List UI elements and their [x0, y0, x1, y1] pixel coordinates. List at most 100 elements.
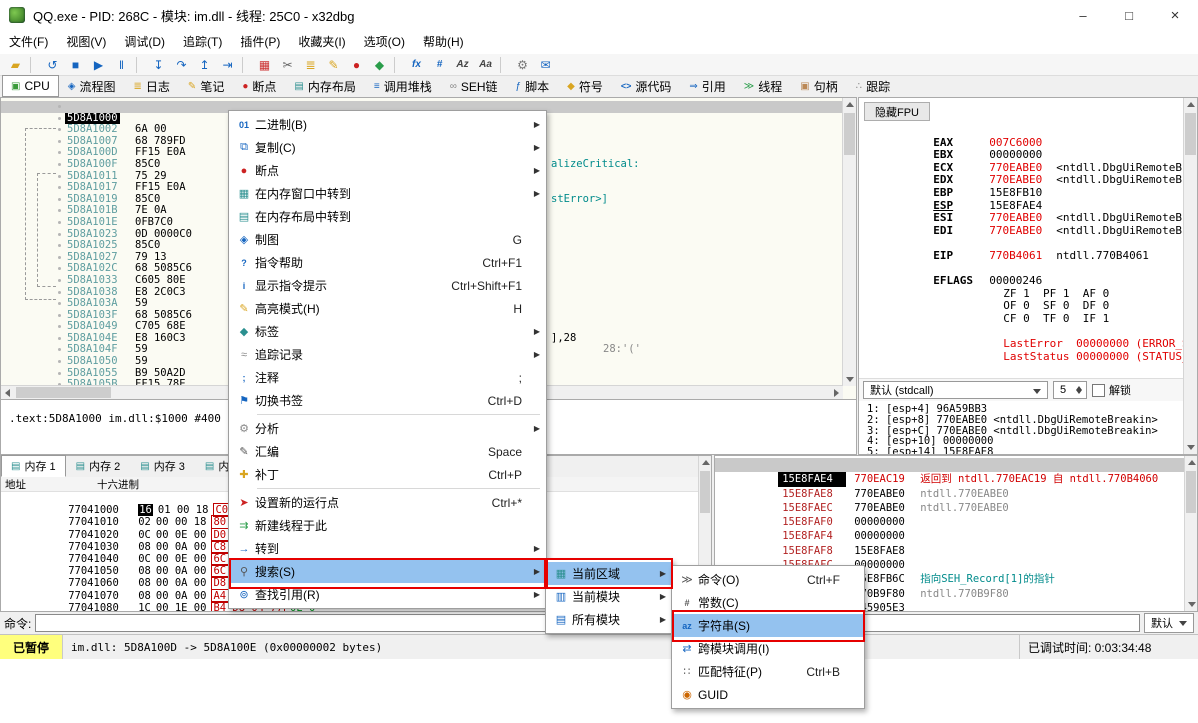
- menu-item-graph[interactable]: ◈ 制图 G: [229, 228, 546, 251]
- open-file-icon[interactable]: ▰: [4, 55, 27, 75]
- menu-item-show-mnemonic-brief[interactable]: i 显示指令提示 Ctrl+Shift+F1: [229, 274, 546, 297]
- menu-item-highlighting-mode[interactable]: ✎ 高亮模式(H) H: [229, 297, 546, 320]
- menu-bar-item[interactable]: 选项(O): [355, 30, 414, 54]
- step-out-icon[interactable]: ↥: [193, 55, 216, 75]
- registers-scrollbar[interactable]: [1183, 98, 1197, 454]
- tab-threads[interactable]: ≫ 线程: [735, 75, 791, 97]
- toolbar-separator[interactable]: [500, 57, 508, 73]
- menu-item-binary[interactable]: 01 二进制(B) ▶: [229, 113, 546, 136]
- menu-item-follow-in-dump[interactable]: ▦ 在内存窗口中转到 ▶: [229, 182, 546, 205]
- minimize-button[interactable]: –: [1060, 0, 1106, 30]
- toolbar-separator[interactable]: [394, 57, 402, 73]
- tab-log[interactable]: ≣ 日志: [125, 75, 179, 97]
- tab-trace[interactable]: ∴ 跟踪: [847, 75, 899, 97]
- menu-item-string-references[interactable]: az 字符串(S): [672, 614, 864, 637]
- scroll-up-icon[interactable]: [702, 460, 710, 465]
- scrollbar-thumb[interactable]: [700, 471, 710, 513]
- menu-item-instruction-help[interactable]: ? 指令帮助 Ctrl+F1: [229, 251, 546, 274]
- tab-seh[interactable]: ∞ SEH链: [441, 75, 507, 97]
- tab-call-stack[interactable]: ≡ 调用堆栈: [365, 75, 441, 97]
- notes-icon[interactable]: ✎: [322, 55, 345, 75]
- menu-item-current-module[interactable]: ▥ 当前模块 ▶: [546, 585, 672, 608]
- run-icon[interactable]: ▶: [87, 55, 110, 75]
- menu-item-toggle-bookmark[interactable]: ⚑ 切换书签 Ctrl+D: [229, 389, 546, 412]
- menu-item-breakpoint[interactable]: ● 断点 ▶: [229, 159, 546, 182]
- menu-item-set-new-origin[interactable]: ➤ 设置新的运行点 Ctrl+*: [229, 491, 546, 514]
- scroll-down-icon[interactable]: [1188, 602, 1196, 607]
- hash-icon[interactable]: #: [428, 55, 451, 75]
- menu-bar-item[interactable]: 文件(F): [0, 30, 57, 54]
- menu-item-intermodular-calls[interactable]: ⇄ 跨模块调用(I): [672, 637, 864, 660]
- scissors-icon[interactable]: ✂: [276, 55, 299, 75]
- menu-item-analysis[interactable]: ⚙ 分析 ▶: [229, 417, 546, 440]
- step-into-icon[interactable]: ↧: [147, 55, 170, 75]
- menu-item-search[interactable]: ⚲ 搜索(S) ▶: [229, 560, 546, 583]
- menu-item-create-thread-here[interactable]: ⇉ 新建线程于此: [229, 514, 546, 537]
- menu-item-assemble[interactable]: ✎ 汇编 Space: [229, 440, 546, 463]
- chat-icon[interactable]: ✉: [534, 55, 557, 75]
- menu-bar-item[interactable]: 追踪(T): [174, 30, 231, 54]
- preferences-aa-icon[interactable]: Aa: [474, 55, 497, 75]
- dump-tab-memory-2[interactable]: ▤ 内存 2: [66, 455, 131, 477]
- menu-item-pattern[interactable]: ∷ 匹配特征(P) Ctrl+B: [672, 660, 864, 683]
- toolbar-separator[interactable]: [136, 57, 144, 73]
- calling-convention-select[interactable]: 默认 (stdcall): [863, 381, 1048, 399]
- scrollbar-thumb[interactable]: [1185, 113, 1196, 155]
- script-fx-icon[interactable]: fx: [405, 55, 428, 75]
- menu-item-constant[interactable]: # 常数(C): [672, 591, 864, 614]
- scrollbar-thumb[interactable]: [16, 387, 111, 398]
- log-icon[interactable]: ≣: [299, 55, 322, 75]
- tab-cpu[interactable]: ▣ CPU: [2, 75, 59, 97]
- menu-item-copy[interactable]: ⧉ 复制(C) ▶: [229, 136, 546, 159]
- scroll-right-icon[interactable]: [834, 389, 839, 397]
- tab-references[interactable]: ⇒ 引用: [680, 75, 734, 97]
- scroll-up-icon[interactable]: [1188, 460, 1196, 465]
- scrollbar-thumb[interactable]: [1186, 471, 1196, 513]
- tab-symbols[interactable]: ◆ 符号: [558, 75, 612, 97]
- arg-count-spinner[interactable]: 5: [1053, 381, 1087, 399]
- menu-item-all-modules[interactable]: ▤ 所有模块 ▶: [546, 608, 672, 631]
- tab-breakpoints[interactable]: ● 断点: [233, 75, 285, 97]
- breakpoints-icon[interactable]: ●: [345, 55, 368, 75]
- menu-item-find-references[interactable]: ⊚ 查找引用(R) ▶: [229, 583, 546, 606]
- toolbar-separator[interactable]: [242, 57, 250, 73]
- restart-icon[interactable]: ↺: [41, 55, 64, 75]
- stop-icon[interactable]: ■: [64, 55, 87, 75]
- dump-tab-memory-1[interactable]: ▤ 内存 1: [1, 455, 66, 477]
- stack-argument-row[interactable]: 5: [esp+14] 15E8FAE8: [867, 447, 1183, 454]
- dump-tab-memory-3[interactable]: ▤ 内存 3: [130, 455, 195, 477]
- disasm-vertical-scrollbar[interactable]: [842, 98, 856, 386]
- menu-item-patch[interactable]: ✚ 补丁 Ctrl+P: [229, 463, 546, 486]
- scroll-left-icon[interactable]: [5, 389, 10, 397]
- scroll-down-icon[interactable]: [846, 377, 854, 382]
- menu-bar-item[interactable]: 插件(P): [231, 30, 289, 54]
- tab-script[interactable]: ƒ 脚本: [507, 75, 559, 97]
- patch-icon[interactable]: ▦: [253, 55, 276, 75]
- tab-notes[interactable]: ✎ 笔记: [179, 75, 233, 97]
- menu-item-guid[interactable]: ◉ GUID: [672, 683, 864, 706]
- tab-memory-map[interactable]: ▤ 内存布局: [285, 75, 364, 97]
- scroll-down-icon[interactable]: [1187, 445, 1195, 450]
- stack-scrollbar[interactable]: [1184, 456, 1197, 611]
- tab-graph[interactable]: ◈ 流程图: [59, 75, 125, 97]
- step-over-icon[interactable]: ↷: [170, 55, 193, 75]
- scrollbar-thumb[interactable]: [844, 113, 855, 155]
- tab-source[interactable]: <> 源代码: [612, 75, 681, 97]
- menu-item-follow-in-memory-map[interactable]: ▤ 在内存布局中转到: [229, 205, 546, 228]
- scroll-up-icon[interactable]: [846, 102, 854, 107]
- scroll-up-icon[interactable]: [1187, 102, 1195, 107]
- seh-shield-icon[interactable]: ◆: [368, 55, 391, 75]
- command-script-select[interactable]: 默认: [1144, 613, 1194, 633]
- menu-bar-item[interactable]: 调试(D): [115, 30, 174, 54]
- close-button[interactable]: ×: [1152, 0, 1198, 30]
- menu-bar-item[interactable]: 帮助(H): [414, 30, 473, 54]
- menu-bar-item[interactable]: 视图(V): [57, 30, 115, 54]
- register-row[interactable]: EAX007C6000: [867, 124, 1183, 137]
- stack-row[interactable]: 15E8FAE4770EAC19返回到 ntdll.770EAC19 自 ntd…: [715, 458, 1185, 472]
- font-az-icon[interactable]: Az: [451, 55, 474, 75]
- run-to-cursor-icon[interactable]: ⇥: [216, 55, 239, 75]
- settings-gear-icon[interactable]: ⚙: [511, 55, 534, 75]
- menu-item-label[interactable]: ◆ 标签 ▶: [229, 320, 546, 343]
- toolbar-separator[interactable]: [30, 57, 38, 73]
- unlock-checkbox[interactable]: 解锁: [1092, 382, 1131, 398]
